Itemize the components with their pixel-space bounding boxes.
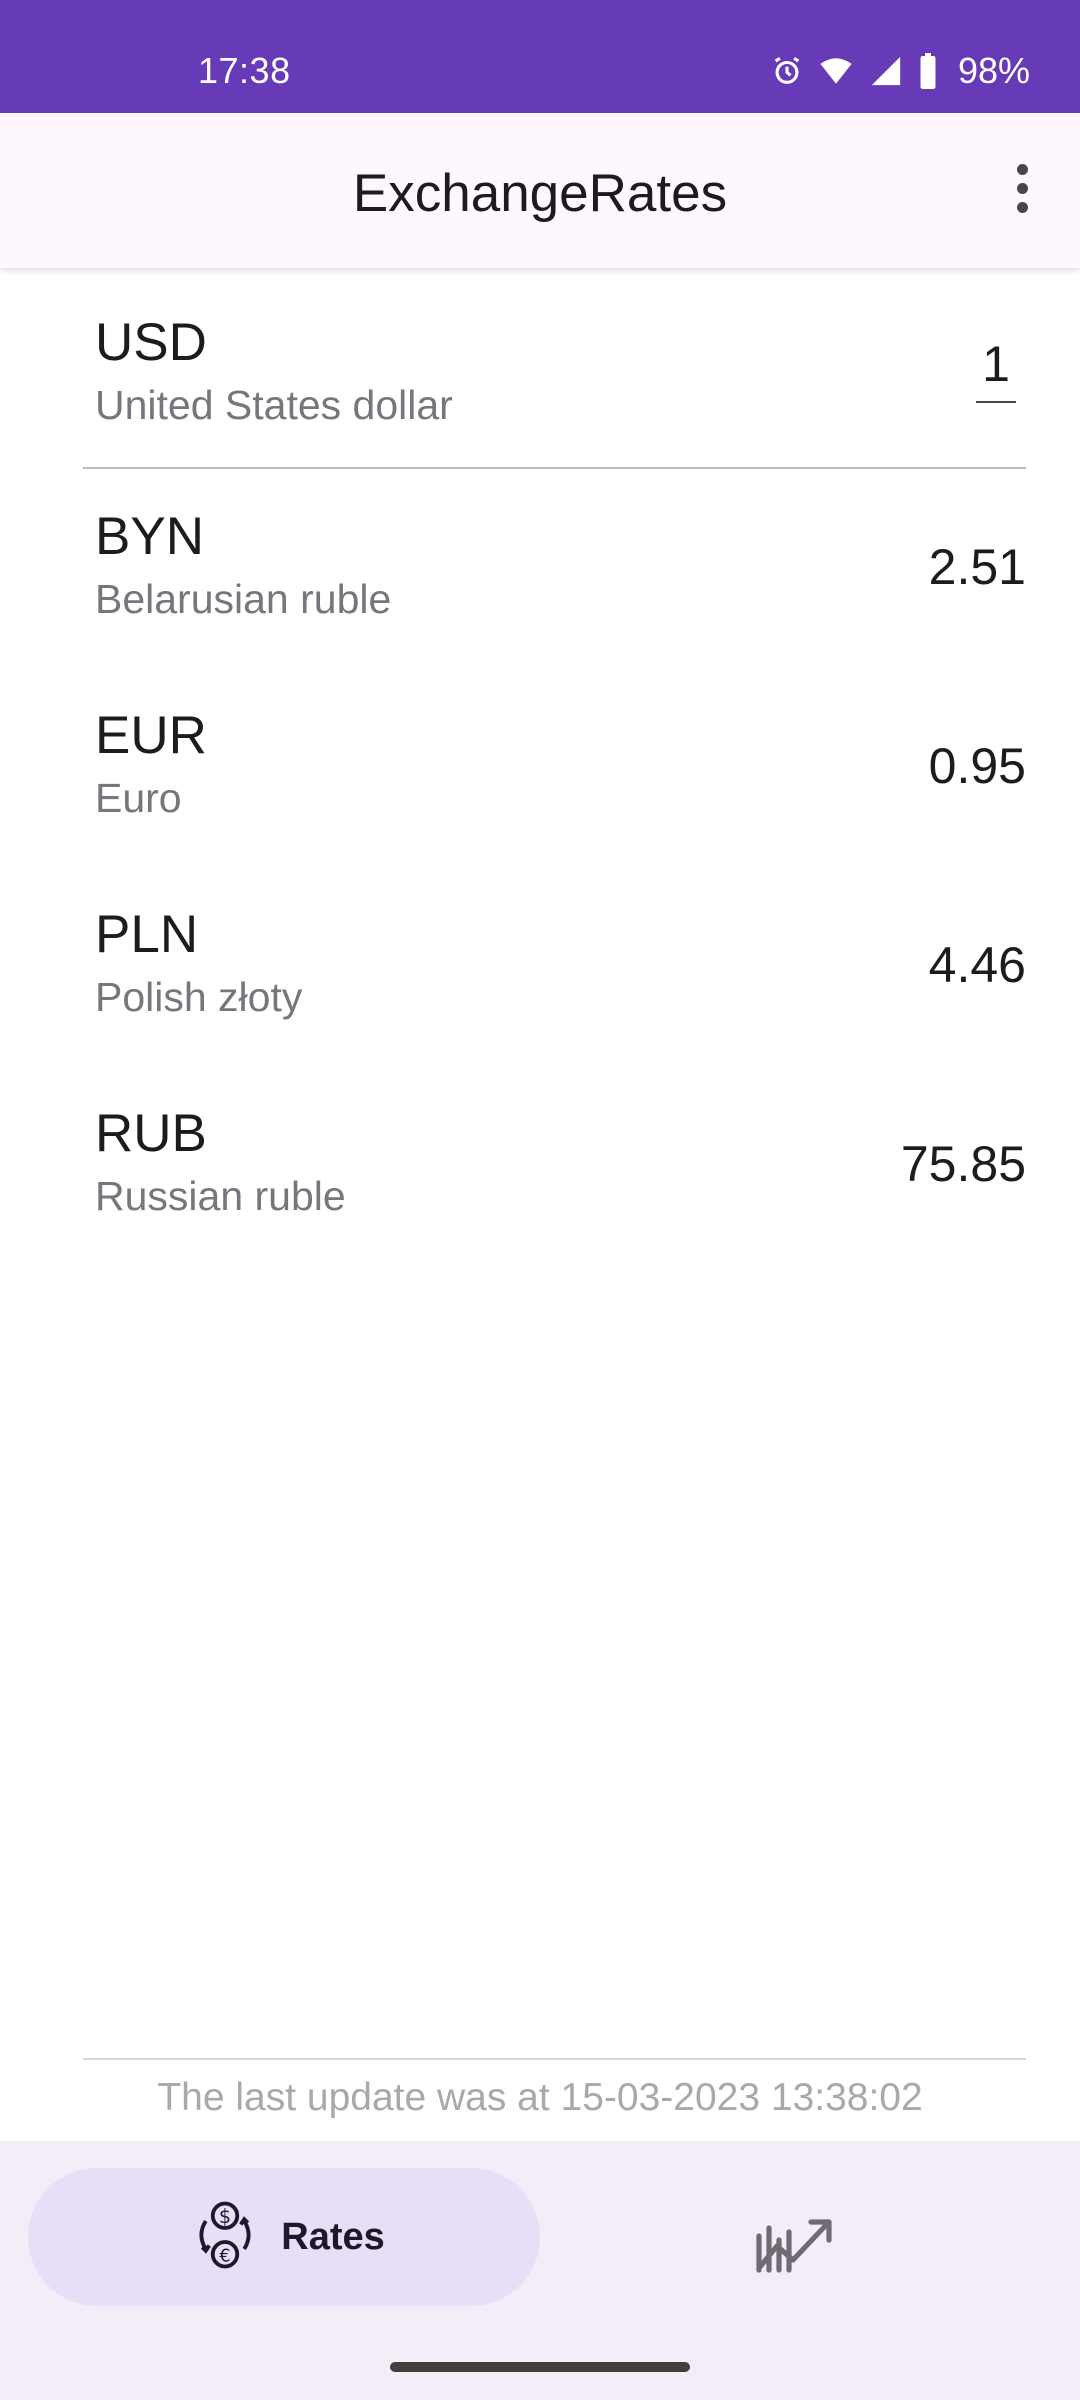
battery-icon — [918, 53, 938, 89]
svg-text:$: $ — [219, 2204, 231, 2227]
currency-name: Russian ruble — [95, 1173, 346, 1219]
nav-label-rates: Rates — [281, 2215, 385, 2258]
currency-name: Euro — [95, 775, 182, 821]
rate-row-pln[interactable]: PLN Polish złoty 4.46 — [83, 869, 1026, 1067]
currency-name: Belarusian ruble — [95, 576, 392, 622]
more-vert-icon[interactable] — [992, 153, 1052, 223]
status-time: 17:38 — [198, 50, 291, 91]
status-icons: 98% — [770, 50, 1030, 92]
base-currency-row[interactable]: USD United States dollar — [83, 275, 1026, 469]
rate-row-eur[interactable]: EUR Euro 0.95 — [83, 670, 1026, 868]
rate-value: 75.85 — [900, 1136, 1026, 1192]
rate-value: 2.51 — [928, 539, 1026, 595]
bottom-navigation: $ € Rates — [0, 2141, 1080, 2400]
rate-value: 0.95 — [928, 738, 1026, 794]
rate-row-rub[interactable]: RUB Russian ruble 75.85 — [83, 1068, 1026, 1266]
currency-name: United States dollar — [95, 382, 453, 428]
currency-exchange-icon: $ € — [183, 2193, 267, 2282]
svg-text:€: € — [220, 2246, 231, 2266]
last-update-text: The last update was at 15-03-2023 13:38:… — [157, 2076, 923, 2119]
home-indicator[interactable] — [390, 2362, 690, 2372]
footer-divider — [83, 2058, 1026, 2060]
rate-row-byn[interactable]: BYN Belarusian ruble 2.51 — [83, 471, 1026, 669]
amount-input[interactable] — [976, 335, 1016, 403]
alarm-icon — [770, 54, 804, 88]
app-title: ExchangeRates — [352, 164, 728, 223]
currency-code: PLN — [95, 905, 199, 964]
status-bar: 17:38 98% — [0, 0, 1080, 113]
app-bar: ExchangeRates — [0, 113, 1080, 268]
currency-code: RUB — [95, 1104, 207, 1163]
signal-icon — [868, 54, 904, 88]
currency-code: EUR — [95, 706, 207, 765]
nav-item-charts[interactable] — [740, 2206, 850, 2286]
battery-percentage: 98% — [957, 50, 1030, 91]
trending-chart-icon — [753, 2212, 837, 2281]
currency-name: Polish złoty — [95, 974, 303, 1020]
rate-value: 4.46 — [928, 937, 1026, 993]
nav-item-rates[interactable]: $ € Rates — [28, 2168, 540, 2306]
currency-code: USD — [95, 313, 207, 372]
wifi-icon — [818, 54, 854, 88]
currency-code: BYN — [95, 507, 204, 566]
